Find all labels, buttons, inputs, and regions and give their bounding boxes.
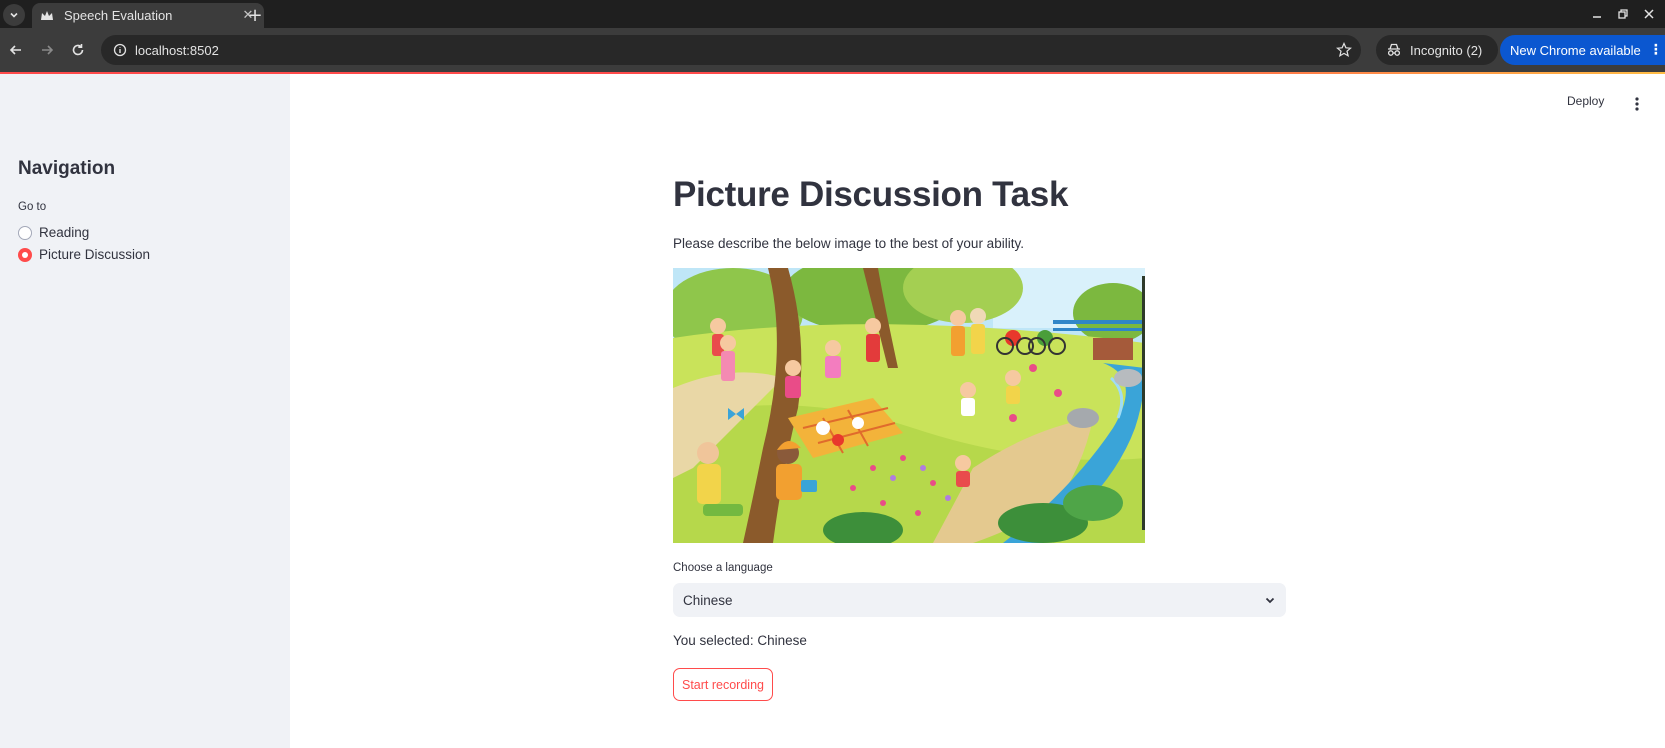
- incognito-label: Incognito (2): [1410, 42, 1483, 58]
- app-menu-button[interactable]: [1628, 94, 1646, 114]
- minimize-icon: [1593, 16, 1601, 18]
- radio-group-label: Go to: [18, 201, 47, 213]
- kebab-icon[interactable]: ⋮: [1649, 42, 1663, 58]
- restore-button[interactable]: [1612, 4, 1634, 24]
- language-select-value: Chinese: [683, 592, 733, 608]
- browser-tab[interactable]: Speech Evaluation ✕: [32, 3, 264, 28]
- radio-option-label: Picture Discussion: [39, 247, 151, 262]
- reload-icon: [72, 44, 84, 56]
- tab-list-button[interactable]: [3, 4, 25, 26]
- tab-title: Speech Evaluation: [64, 8, 173, 23]
- info-icon[interactable]: [105, 43, 135, 57]
- language-select-label: Choose a language: [673, 562, 773, 574]
- chevron-down-icon: [10, 12, 18, 18]
- start-recording-button[interactable]: Start recording: [673, 668, 773, 701]
- radio-option-picture-discussion[interactable]: Picture Discussion: [18, 247, 150, 262]
- update-label: New Chrome available: [1510, 42, 1641, 58]
- instructions-text: Please describe the below image to the b…: [673, 236, 1024, 251]
- kebab-icon: [1635, 97, 1639, 111]
- radio-checked-icon: [18, 247, 32, 262]
- restore-icon: [1618, 9, 1628, 19]
- park-scene-image: [673, 268, 1145, 543]
- back-button[interactable]: [5, 39, 27, 61]
- sidebar-title: Navigation: [18, 158, 116, 179]
- incognito-chip[interactable]: Incognito (2): [1376, 35, 1498, 65]
- plus-icon[interactable]: +: [244, 4, 266, 26]
- arrow-left-icon: [9, 45, 21, 55]
- deploy-button[interactable]: Deploy: [1567, 94, 1604, 114]
- streamlit-crown-icon: [40, 9, 54, 23]
- page-title: Picture Discussion Task: [673, 175, 1069, 214]
- radio-option-label: Reading: [39, 225, 90, 240]
- incognito-icon: [1387, 43, 1401, 56]
- minimize-button[interactable]: [1586, 4, 1608, 24]
- image-edge-shadow: [1142, 276, 1145, 530]
- reload-button[interactable]: [67, 39, 89, 61]
- url-text: localhost:8502: [135, 42, 219, 58]
- selected-language-text: You selected: Chinese: [673, 633, 807, 648]
- language-select[interactable]: Chinese: [673, 583, 1286, 617]
- arrow-right-icon: [42, 45, 54, 55]
- chevron-down-icon: [1265, 597, 1275, 604]
- chrome-update-chip[interactable]: New Chrome available ⋮: [1500, 35, 1665, 65]
- address-bar[interactable]: localhost:8502: [101, 35, 1361, 65]
- star-icon[interactable]: [1335, 41, 1353, 59]
- radio-option-reading[interactable]: Reading: [18, 225, 89, 240]
- close-window-button[interactable]: [1638, 4, 1660, 24]
- browser-tabstrip: Speech Evaluation ✕ +: [0, 0, 1665, 28]
- close-window-icon: [1644, 9, 1654, 19]
- radio-unchecked-icon: [18, 225, 32, 240]
- browser-toolbar: localhost:8502 Incognito (2) New Chrome …: [0, 28, 1665, 72]
- forward-button[interactable]: [36, 39, 58, 61]
